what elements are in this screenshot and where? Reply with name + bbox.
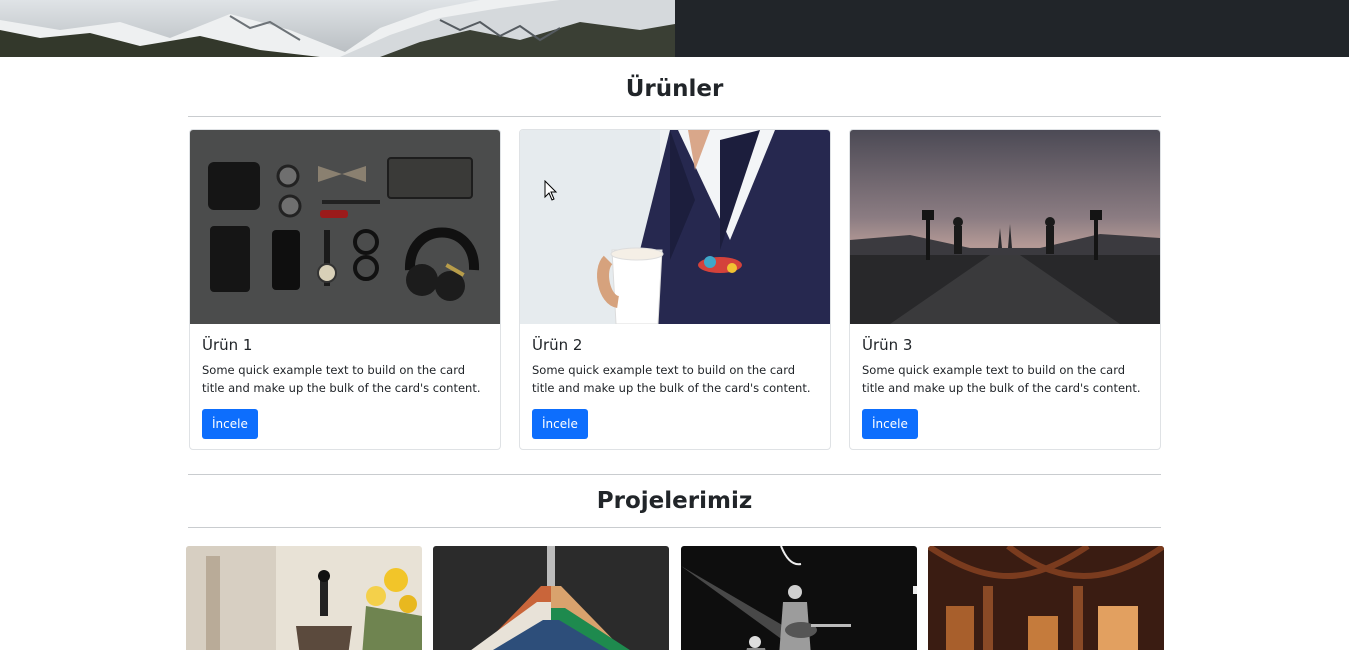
product-3-body: Ürün 3 Some quick example text to build … bbox=[862, 336, 1150, 439]
product-3-inspect-button[interactable]: İncele bbox=[862, 409, 918, 439]
product-1-text: Some quick example text to build on the … bbox=[202, 363, 481, 395]
projects-divider bbox=[188, 527, 1161, 528]
projects-heading: Projelerimiz bbox=[596, 488, 753, 514]
product-1-image bbox=[190, 130, 500, 324]
product-1-body: Ürün 1 Some quick example text to build … bbox=[202, 336, 490, 439]
product-1-title: Ürün 1 bbox=[202, 336, 253, 354]
products-divider bbox=[188, 116, 1161, 117]
product-3-image bbox=[850, 130, 1160, 324]
project-tile-2[interactable] bbox=[433, 546, 669, 650]
product-3-text: Some quick example text to build on the … bbox=[862, 363, 1141, 395]
product-2-inspect-button[interactable]: İncele bbox=[532, 409, 588, 439]
product-card-1: Ürün 1 Some quick example text to build … bbox=[189, 129, 501, 450]
project-tile-4[interactable] bbox=[928, 546, 1164, 650]
projects-top-divider bbox=[188, 474, 1161, 475]
product-2-body: Ürün 2 Some quick example text to build … bbox=[532, 336, 820, 439]
project-tile-1[interactable] bbox=[186, 546, 422, 650]
project-tile-3[interactable] bbox=[681, 546, 917, 650]
top-banner bbox=[0, 0, 1349, 57]
product-2-image bbox=[520, 130, 830, 324]
product-3-title: Ürün 3 bbox=[862, 336, 913, 354]
product-1-inspect-button[interactable]: İncele bbox=[202, 409, 258, 439]
product-2-text: Some quick example text to build on the … bbox=[532, 363, 811, 395]
mountain-banner-image bbox=[0, 0, 675, 57]
product-card-3: Ürün 3 Some quick example text to build … bbox=[849, 129, 1161, 450]
product-card-2: Ürün 2 Some quick example text to build … bbox=[519, 129, 831, 450]
product-2-title: Ürün 2 bbox=[532, 336, 583, 354]
products-heading: Ürünler bbox=[625, 76, 724, 102]
mouse-cursor-icon bbox=[544, 180, 558, 201]
